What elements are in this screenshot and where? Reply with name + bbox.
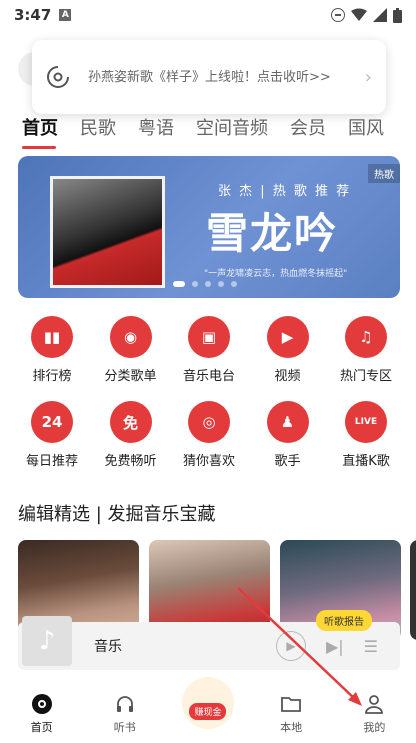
feature-singers[interactable]: ♟ 歌手 [254,401,322,469]
feature-label: 每日推荐 [25,454,78,469]
battery-icon [393,7,402,23]
notification-toast[interactable]: 孙燕姿新歌《样子》上线啦！点击收听>> › [32,40,386,114]
free-icon: 免 [109,401,152,443]
listening-report-badge[interactable]: 听歌报告 [316,610,372,631]
feature-label: 视频 [274,369,301,384]
target-icon: ◎ [188,401,230,443]
feature-video[interactable]: ▶ 视频 [254,316,322,384]
tab-spatial-audio[interactable]: 空间音频 [174,114,268,140]
wifi-icon [351,8,367,21]
feature-playlists[interactable]: ◉ 分类歌单 [97,316,165,384]
carousel-dot [205,281,211,287]
feature-label: 猜你喜欢 [182,454,235,469]
feature-radio[interactable]: ▣ 音乐电台 [175,316,243,384]
artist-photo [50,176,165,288]
nav-label: 听书 [113,721,136,734]
play-icon: ▶ [266,316,309,358]
music-note-icon: ♪ [22,616,72,666]
tab-folk[interactable]: 民歌 [58,114,116,140]
nav-local[interactable]: 本地 [261,692,321,735]
live-icon: LIVE [345,401,387,443]
cash-icon: 赚现金 [181,676,234,729]
music-note-icon: ♫ [345,316,387,358]
dnd-icon [331,8,345,22]
status-bar: 3:47 A [0,0,416,30]
feature-label: 热门专区 [339,369,392,384]
pick-card[interactable] [410,540,416,640]
notification-text: 孙燕姿新歌《样子》上线啦！点击收听>> [88,69,331,85]
promo-banner[interactable]: 热歌 张 杰 | 热 歌 推 荐 雪龙吟 "一声龙啸凌云志，热血燃冬抹摇起" [18,156,400,298]
tab-home[interactable]: 首页 [0,114,58,140]
radio-icon: ▣ [188,316,230,358]
bar-chart-icon: ▮▮ [31,316,73,358]
chevron-right-icon: › [364,66,372,88]
section-title: 编辑精选 | 发掘音乐宝藏 [18,504,216,525]
feature-label: 直播K歌 [342,454,390,469]
folder-icon [281,692,302,716]
feature-charts[interactable]: ▮▮ 排行榜 [18,316,86,384]
nav-label: 我的 [363,721,386,734]
feature-daily[interactable]: 24 每日推荐 [18,401,86,469]
disc-icon: ◉ [109,316,152,358]
carousel-dot [192,281,198,287]
mini-player-title: 音乐 [94,639,122,655]
status-icons [331,7,402,23]
feature-live-karaoke[interactable]: LIVE 直播K歌 [332,401,400,469]
tab-guofeng[interactable]: 国风 [326,114,384,140]
feature-row: 24 每日推荐 免免费畅听 ◎ 猜你喜欢 ♟ 歌手 LIVE 直播K歌 [18,401,400,469]
profile-icon [364,692,384,716]
feature-guess[interactable]: ◎ 猜你喜欢 [175,401,243,469]
banner-tag: 热歌 [368,164,400,183]
calendar-24-icon: 24 [31,401,73,443]
nav-label: 本地 [280,721,303,734]
carousel-dots [173,281,237,287]
carousel-dot [218,281,224,287]
category-tabs: 首页 民歌 粤语 空间音频 会员 国风 [0,112,416,142]
nav-home[interactable]: 首页 [12,692,72,735]
feature-label: 免费畅听 [104,454,157,469]
nav-earn-cash[interactable]: 赚现金 [178,676,238,729]
feature-label: 歌手 [274,454,301,469]
tab-active-indicator [22,146,56,149]
feature-grid: ▮▮ 排行榜 ◉ 分类歌单 ▣ 音乐电台 ▶ 视频 ♫ 热门专区 24 每日推荐 免免费畅听… [18,316,400,486]
banner-title: 雪龙吟 [206,209,339,258]
banner-caption: "一声龙啸凌云志，热血燃冬抹摇起" [204,269,348,279]
playlist-icon[interactable]: ☰ [364,637,378,656]
nav-label: 首页 [30,721,53,734]
signal-icon [373,8,387,22]
feature-label: 音乐电台 [182,369,235,384]
status-a-icon: A [59,9,72,21]
banner-subtitle: 张 杰 | 热 歌 推 荐 [218,184,352,199]
next-button[interactable]: ▶| [326,637,344,656]
bottom-nav: 首页 听书 赚现金 本地 我的 [0,676,416,743]
home-icon [31,694,52,714]
music-disc-icon [47,65,70,88]
tab-vip[interactable]: 会员 [268,114,326,140]
feature-label: 分类歌单 [104,369,157,384]
feature-free[interactable]: 免免费畅听 [97,401,165,469]
nav-audiobook[interactable]: 听书 [95,692,155,735]
singer-icon: ♟ [266,401,309,443]
headphones-icon [115,692,135,716]
nav-earn-label: 赚现金 [189,703,227,720]
feature-hot-zone[interactable]: ♫ 热门专区 [332,316,400,384]
feature-row: ▮▮ 排行榜 ◉ 分类歌单 ▣ 音乐电台 ▶ 视频 ♫ 热门专区 [18,316,400,384]
carousel-dot [231,281,237,287]
feature-label: 排行榜 [32,369,72,384]
status-time: 3:47 [14,6,52,24]
carousel-dot-active [173,281,185,287]
nav-profile[interactable]: 我的 [344,692,404,735]
tab-cantonese[interactable]: 粤语 [116,114,174,140]
mini-player-controls: ▶ ▶| ☰ [275,631,378,661]
play-button[interactable]: ▶ [275,631,306,661]
